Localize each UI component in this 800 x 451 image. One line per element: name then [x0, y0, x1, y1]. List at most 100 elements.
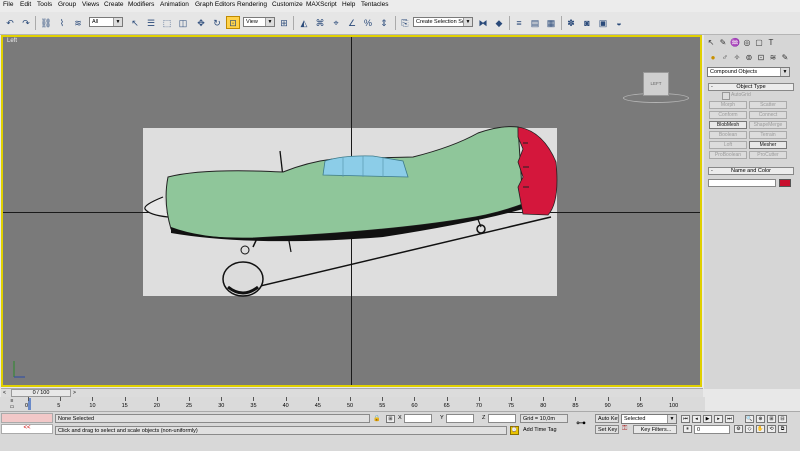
space-warps-icon[interactable]: ≋ — [768, 53, 778, 63]
systems-icon[interactable]: ✎ — [780, 53, 790, 63]
select-by-name-icon[interactable]: ☰ — [144, 16, 158, 29]
previous-frame-icon[interactable]: ◂ — [692, 415, 701, 423]
zoom-extents-icon[interactable]: ⊞ — [767, 415, 776, 423]
scatter-button[interactable]: Scatter — [749, 101, 787, 109]
go-to-start-icon[interactable]: ⏮ — [681, 415, 690, 423]
hierarchy-icon[interactable]: ♒ — [730, 38, 740, 48]
select-object-icon[interactable]: ↖ — [128, 16, 142, 29]
spinner-snap-icon[interactable]: ⇕ — [377, 16, 391, 29]
key-filters-button[interactable]: Key Filters... — [633, 425, 677, 434]
target-icon[interactable]: ◎ — [742, 38, 752, 48]
lock-selection-icon[interactable]: 🔒 — [373, 415, 381, 423]
menu-help[interactable]: Help — [342, 1, 355, 8]
manipulate-icon[interactable]: ◭ — [297, 16, 311, 29]
hammer-icon[interactable]: T — [766, 38, 776, 48]
rectangular-selection-icon[interactable]: ⬚ — [160, 16, 174, 29]
auto-key-button[interactable]: Auto Key — [595, 414, 619, 423]
terrain-button[interactable]: Terrain — [749, 131, 787, 139]
zoom-icon[interactable]: 🔍 — [745, 415, 754, 423]
zoom-all-icon[interactable]: ⊕ — [756, 415, 765, 423]
proboolean-button[interactable]: ProBoolean — [709, 151, 747, 159]
boolean-button[interactable]: Boolean — [709, 131, 747, 139]
field-of-view-icon[interactable]: ◇ — [745, 425, 754, 433]
menu-graph-editors[interactable]: Graph Editors — [195, 1, 235, 8]
orbit-icon[interactable]: ⟲ — [767, 425, 776, 433]
lights-icon[interactable]: ✧ — [732, 53, 742, 63]
select-rotate-icon[interactable]: ↻ — [210, 16, 224, 29]
render-icon[interactable]: ◒ — [612, 16, 626, 29]
menu-maxscript[interactable]: MAXScript — [306, 1, 337, 8]
named-selection-icon[interactable]: ⎘ — [398, 16, 412, 29]
select-scale-icon[interactable]: ⊡ — [226, 16, 240, 29]
key-mode-toggle-icon[interactable]: ⏸ — [683, 425, 692, 433]
rendered-frame-icon[interactable]: ▣ — [596, 16, 610, 29]
angle-snap-icon[interactable]: ∠ — [345, 16, 359, 29]
curve-editor-icon[interactable]: ▤ — [528, 16, 542, 29]
redo-icon[interactable]: ↷ — [19, 16, 33, 29]
select-move-icon[interactable]: ✥ — [194, 16, 208, 29]
cameras-icon[interactable]: ⊚ — [744, 53, 754, 63]
go-to-end-icon[interactable]: ⏭ — [725, 415, 734, 423]
trackbar[interactable]: ≡ ▭ 0 5 10 15 20 25 30 35 40 45 50 55 60 65 70 75 80 85 90 9… — [0, 397, 705, 411]
x-coordinate-field[interactable] — [404, 414, 432, 423]
time-tag-icon[interactable]: ⌚ — [510, 426, 519, 435]
link-icon[interactable]: ⛓ — [39, 16, 53, 29]
set-key-button[interactable]: Set Key — [595, 425, 619, 434]
align-icon[interactable]: ◆ — [492, 16, 506, 29]
menu-group[interactable]: Group — [58, 1, 76, 8]
render-setup-icon[interactable]: ◙ — [580, 16, 594, 29]
unlink-icon[interactable]: ⌇ — [55, 16, 69, 29]
airplane-model[interactable] — [3, 37, 702, 387]
shapes-icon[interactable]: ♂ — [720, 53, 730, 63]
snap-icon[interactable]: ⌖ — [329, 16, 343, 29]
maximize-viewport-icon[interactable]: ⧉ — [778, 425, 787, 433]
helpers-icon[interactable]: ⊡ — [756, 53, 766, 63]
key-mode-dropdown[interactable]: Selected ▼ — [621, 414, 677, 424]
monitor-icon[interactable]: ▢ — [754, 38, 764, 48]
menu-customize[interactable]: Customize — [272, 1, 303, 8]
mesher-button[interactable]: Mesher — [749, 141, 787, 149]
menu-tools[interactable]: Tools — [37, 1, 52, 8]
object-color-swatch[interactable] — [779, 179, 791, 187]
play-icon[interactable]: ▶ — [703, 415, 712, 423]
menu-tentacles[interactable]: Tentacles — [361, 1, 388, 8]
pan-icon[interactable]: ✋ — [756, 425, 765, 433]
paint-icon[interactable]: ✎ — [718, 38, 728, 48]
pivot-icon[interactable]: ⊞ — [277, 16, 291, 29]
menu-views[interactable]: Views — [82, 1, 99, 8]
layer-icon[interactable]: ≡ — [512, 16, 526, 29]
loft-button[interactable]: Loft — [709, 141, 747, 149]
morph-button[interactable]: Morph — [709, 101, 747, 109]
set-key-icon[interactable]: ⚿ — [622, 425, 631, 434]
named-selection-sets-dropdown[interactable]: Create Selection Set ▼ — [413, 17, 473, 27]
time-slider-thumb[interactable]: 0 / 100 — [11, 389, 71, 397]
time-config-icon[interactable]: ⚙ — [734, 425, 743, 433]
mini-curve-editor-icon[interactable]: ≡ ▭ — [5, 398, 19, 410]
z-coordinate-field[interactable] — [488, 414, 516, 423]
shapemerge-button[interactable]: ShapeMerge — [749, 121, 787, 129]
blobmesh-button[interactable]: BlobMesh — [709, 121, 747, 129]
autogrid-checkbox[interactable] — [722, 92, 730, 100]
next-frame-icon[interactable]: ▸ — [714, 415, 723, 423]
category-dropdown[interactable]: Compound Objects ▼ — [707, 67, 790, 77]
menu-file[interactable]: File — [3, 1, 13, 8]
mirror-icon[interactable]: ⧓ — [476, 16, 490, 29]
geometry-icon[interactable]: ● — [708, 53, 718, 63]
current-frame-field[interactable]: 0 — [694, 425, 730, 434]
y-coordinate-field[interactable] — [446, 414, 474, 423]
menu-edit[interactable]: Edit — [20, 1, 31, 8]
viewport-left[interactable]: Left LEFT — [1, 35, 702, 387]
zoom-extents-all-icon[interactable]: ⊟ — [778, 415, 787, 423]
selection-filter-dropdown[interactable]: All ▼ — [89, 17, 123, 27]
key-icon[interactable]: ⊶ — [576, 418, 590, 430]
time-slider-next-icon[interactable]: > — [73, 390, 79, 396]
add-time-tag-button[interactable]: Add Time Tag — [523, 427, 557, 433]
maxscript-button[interactable]: << — [1, 425, 53, 433]
menu-create[interactable]: Create — [104, 1, 124, 8]
select-tool-icon[interactable]: ↖ — [706, 38, 716, 48]
object-type-rollout[interactable]: - Object Type — [708, 83, 794, 91]
viewcube[interactable]: LEFT — [643, 72, 669, 96]
percent-snap-icon[interactable]: % — [361, 16, 375, 29]
maxscript-listener-mini[interactable] — [1, 413, 53, 423]
conform-button[interactable]: Conform — [709, 111, 747, 119]
